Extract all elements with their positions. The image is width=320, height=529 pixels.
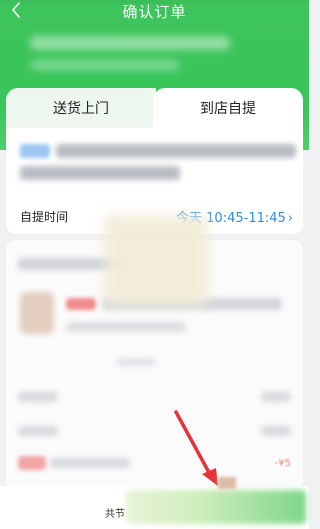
fee-row-value-blurred <box>261 392 291 402</box>
product-spec-blurred <box>66 322 186 332</box>
delivery-mode-tabs: 送货上门 到店自提 <box>6 88 303 128</box>
page-title: 确认订单 <box>122 3 187 21</box>
promo-text-blurred <box>50 458 130 468</box>
address-line-blurred <box>30 36 230 50</box>
section-divider <box>116 358 156 366</box>
annotation-arrow-icon <box>174 410 218 486</box>
tab-store-pickup[interactable]: 到店自提 <box>153 88 303 128</box>
touch-indicator <box>218 477 236 489</box>
promo-tag-blurred <box>18 456 46 470</box>
fee-row-label-blurred <box>18 426 58 436</box>
address-detail-blurred <box>30 60 180 70</box>
tab-home-delivery[interactable]: 送货上门 <box>6 88 156 128</box>
store-address-blurred <box>20 166 180 180</box>
submit-order-button[interactable] <box>126 490 306 524</box>
store-name-blurred <box>56 144 296 158</box>
product-image <box>20 292 54 334</box>
promo-discount: -¥5 <box>274 458 291 469</box>
store-tag-blurred <box>20 144 50 158</box>
checkout-bar: 共节 <box>0 486 309 529</box>
blurred-overlay <box>104 214 208 306</box>
product-badge-blurred <box>66 298 96 310</box>
fee-row-value-blurred <box>261 426 291 436</box>
chevron-right-icon: › <box>287 211 293 226</box>
pickup-time-label: 自提时间 <box>20 210 69 224</box>
savings-label: 共节 <box>105 509 125 520</box>
fee-row-label-blurred <box>18 392 58 402</box>
